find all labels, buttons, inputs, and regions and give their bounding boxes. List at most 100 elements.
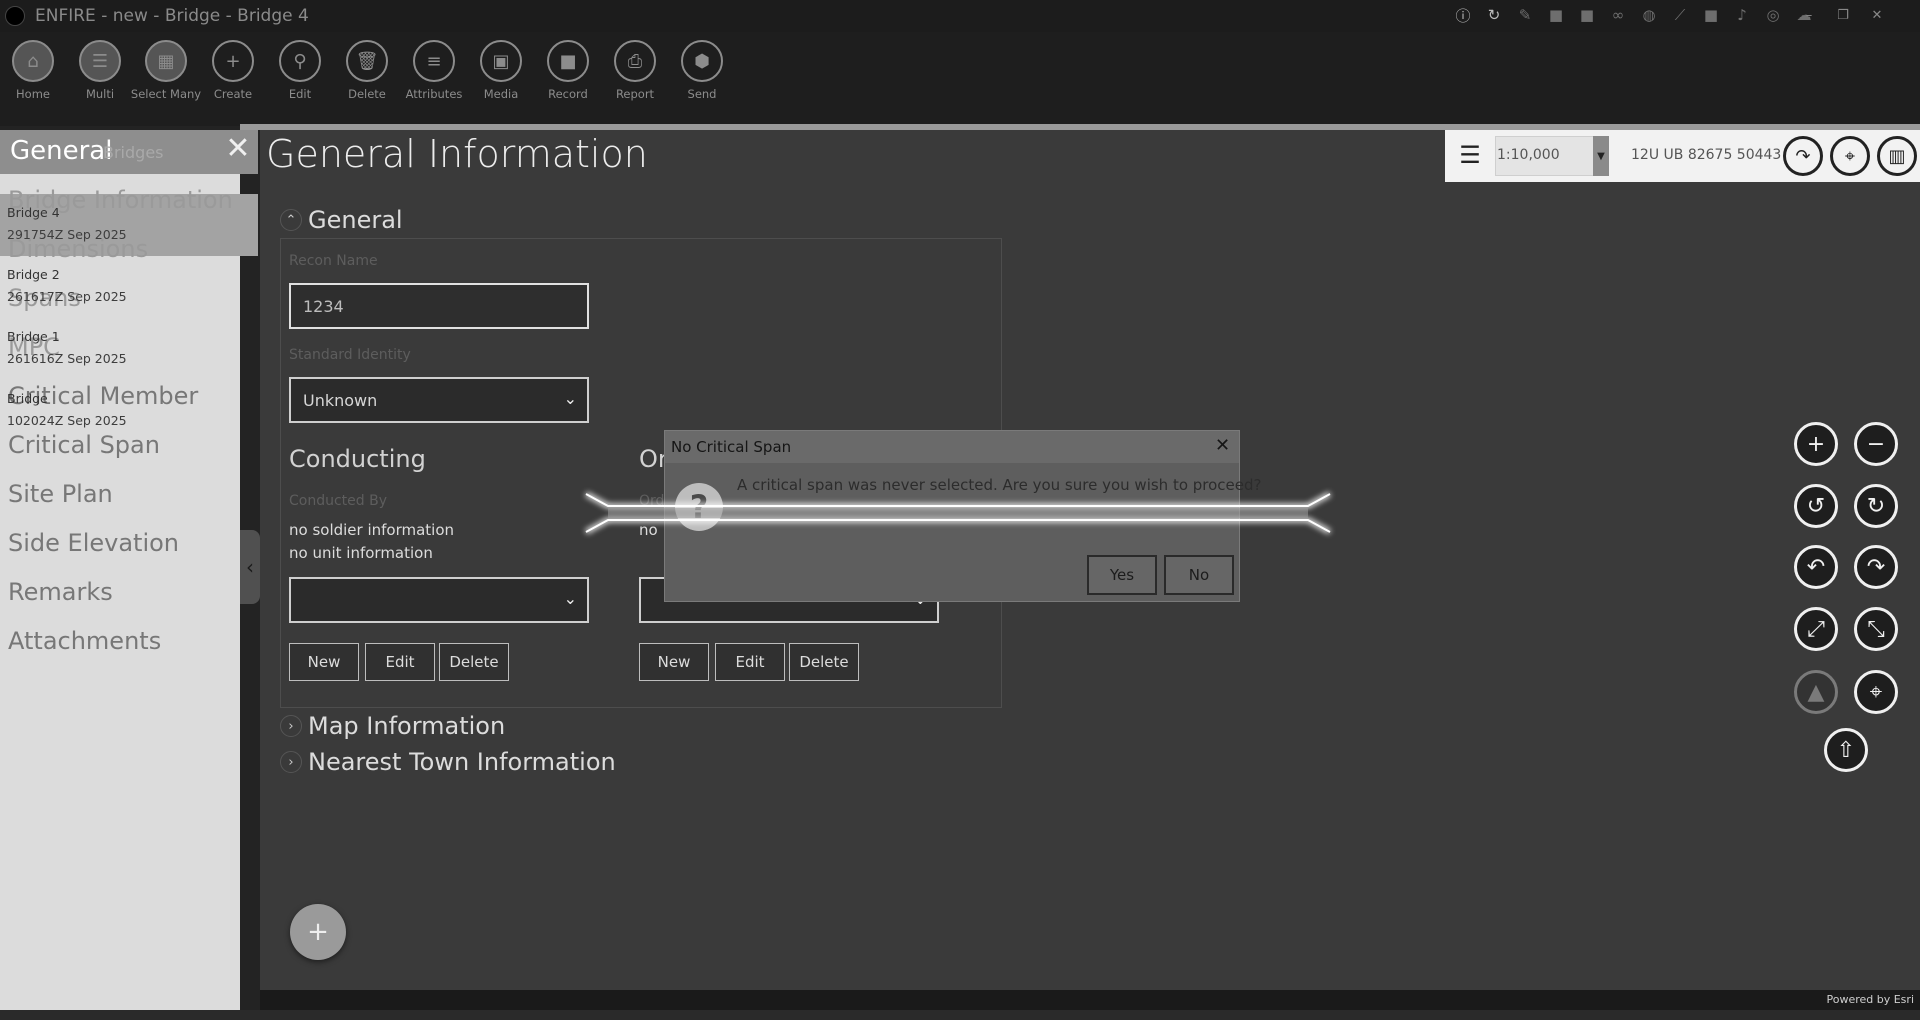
dialog-close-icon[interactable]: ✕	[1215, 435, 1230, 456]
dialog-header: No Critical Span ✕	[665, 431, 1239, 463]
title-bar: ENFIRE - new - Bridge - Bridge 4 ⓘ ↻ ✎ ■…	[0, 0, 1920, 32]
yes-button[interactable]: Yes	[1087, 555, 1157, 595]
drag-overlay-graphic	[584, 491, 1332, 535]
delete-button[interactable]: 🗑 Delete	[332, 40, 402, 101]
ordering-delete-button[interactable]: Delete	[789, 643, 859, 681]
globe-icon[interactable]: ◍	[1638, 4, 1660, 26]
nearest-town-title: Nearest Town Information	[308, 748, 616, 776]
home-button[interactable]: ⌂ Home	[0, 40, 68, 101]
multi-button[interactable]: ☰ Multi	[65, 40, 135, 101]
window-title: ENFIRE - new - Bridge - Bridge 4	[35, 6, 309, 26]
record-button[interactable]: ■ Record	[533, 40, 603, 101]
nav-attachments[interactable]: Attachments	[8, 627, 161, 655]
restore-icon[interactable]: ❐	[1832, 4, 1854, 26]
image-icon: ▣	[480, 40, 522, 82]
standard-identity-select[interactable]: Unknown ⌄	[289, 377, 589, 423]
dialog-title: No Critical Span	[671, 438, 792, 456]
attributes-label: Attributes	[405, 87, 463, 101]
chevron-down-icon: ⌄	[563, 389, 577, 408]
expand-icon[interactable]: ⤢	[1794, 607, 1838, 651]
info-icon[interactable]: ⓘ	[1452, 4, 1474, 26]
general-section-title: General	[308, 206, 403, 234]
conducting-delete-button[interactable]: Delete	[439, 643, 509, 681]
video-record-icon: ■	[547, 40, 589, 82]
bridge-name[interactable]: Bridge	[7, 391, 48, 406]
refresh-icon[interactable]: ↻	[1483, 4, 1505, 26]
nav-critical-span[interactable]: Critical Span	[8, 431, 160, 459]
trash-icon: 🗑	[346, 40, 388, 82]
chevron-right-icon: ›	[280, 751, 302, 773]
bridge-name[interactable]: Bridge 4	[7, 205, 60, 220]
toolbar: ⌂ Home ☰ Multi ▦ Select Many + Create ⚲ …	[0, 32, 1920, 126]
camera-icon[interactable]: ■	[1545, 4, 1567, 26]
collapse-icon[interactable]: ⤡	[1854, 607, 1898, 651]
bridge-date: 261617Z Sep 2025	[7, 289, 127, 304]
broadcast-icon[interactable]: ◎	[1762, 4, 1784, 26]
undo-icon[interactable]: ↶	[1794, 545, 1838, 589]
binoculars-icon[interactable]: ∞	[1607, 4, 1629, 26]
no-button[interactable]: No	[1164, 555, 1234, 595]
bridge-name[interactable]: Bridge 2	[7, 267, 60, 282]
select-many-icon: ▦	[145, 40, 187, 82]
close-icon[interactable]: ✕	[1866, 4, 1888, 26]
ordering-edit-button[interactable]: Edit	[715, 643, 785, 681]
bridge-date: 261616Z Sep 2025	[7, 351, 127, 366]
ordering-new-button[interactable]: New	[639, 643, 709, 681]
redo-icon[interactable]: ↷	[1854, 545, 1898, 589]
nav-side-elevation[interactable]: Side Elevation	[8, 529, 179, 557]
add-button[interactable]: +	[290, 904, 346, 960]
rotate-right-icon[interactable]: ↻	[1854, 484, 1898, 528]
gps-icon[interactable]: ⌖	[1830, 136, 1870, 176]
media-label: Media	[483, 87, 519, 101]
camcorder-icon[interactable]: ■	[1700, 4, 1722, 26]
home-label: Home	[16, 87, 50, 101]
north-arrow-icon[interactable]: ⇧	[1824, 728, 1868, 772]
report-button[interactable]: ⎙ Report	[600, 40, 670, 101]
left-panel-header: General Bridges ✕	[0, 130, 258, 174]
conducting-edit-button[interactable]: Edit	[365, 643, 435, 681]
microphone-icon[interactable]: ♪	[1731, 4, 1753, 26]
conducting-new-button[interactable]: New	[289, 643, 359, 681]
nearest-town-header[interactable]: › Nearest Town Information	[280, 748, 616, 776]
basemap-icon[interactable]: ▥	[1877, 136, 1917, 176]
close-panel-icon[interactable]: ✕	[222, 134, 254, 166]
measure-route-icon[interactable]: ↷	[1783, 136, 1823, 176]
scale-value: 1:10,000	[1497, 147, 1560, 163]
map-information-header[interactable]: › Map Information	[280, 712, 505, 740]
bottom-strip	[0, 1010, 1920, 1020]
send-button[interactable]: ⬢ Send	[667, 40, 737, 101]
select-many-button[interactable]: ▦ Select Many	[131, 40, 201, 101]
navigate-icon[interactable]: ▲	[1794, 670, 1838, 714]
measure-icon[interactable]: ⟋	[1669, 4, 1691, 26]
soldier-info: no soldier information	[289, 521, 455, 539]
coordinate-readout: 12U UB 82675 50443	[1631, 147, 1782, 163]
printer-icon: ⎙	[614, 40, 656, 82]
rotate-left-icon[interactable]: ↺	[1794, 484, 1838, 528]
locate-icon[interactable]: ⌖	[1854, 670, 1898, 714]
media-button[interactable]: ▣ Media	[466, 40, 536, 101]
create-button[interactable]: + Create	[198, 40, 268, 101]
nav-site-plan[interactable]: Site Plan	[8, 480, 113, 508]
general-section-header[interactable]: ⌃ General	[280, 206, 403, 234]
left-panel: General Bridges ✕ Bridge Information Dim…	[0, 130, 258, 1010]
video-icon[interactable]: ■	[1576, 4, 1598, 26]
zoom-out-icon[interactable]: −	[1854, 422, 1898, 466]
minimize-icon[interactable]: –	[1798, 4, 1820, 26]
collapse-panel-tab[interactable]: ‹	[240, 530, 260, 604]
zoom-in-icon[interactable]: +	[1794, 422, 1838, 466]
tool-icon-1[interactable]: ✎	[1514, 4, 1536, 26]
recon-name-input[interactable]: 1234	[289, 283, 589, 329]
status-bar: Powered by Esri	[260, 990, 1920, 1010]
dropdown-arrow-icon[interactable]: ▼	[1593, 136, 1609, 176]
nav-remarks[interactable]: Remarks	[8, 578, 113, 606]
create-label: Create	[213, 87, 253, 101]
send-icon: ⬢	[681, 40, 723, 82]
hamburger-menu-icon[interactable]: ☰	[1455, 140, 1485, 170]
record-label: Record	[548, 87, 588, 101]
map-information-title: Map Information	[308, 712, 506, 740]
bridge-name[interactable]: Bridge 1	[7, 329, 60, 344]
delete-label: Delete	[348, 87, 386, 101]
conducting-select[interactable]: ⌄	[289, 577, 589, 623]
attributes-button[interactable]: ≡ Attributes	[399, 40, 469, 101]
edit-button[interactable]: ⚲ Edit	[265, 40, 335, 101]
